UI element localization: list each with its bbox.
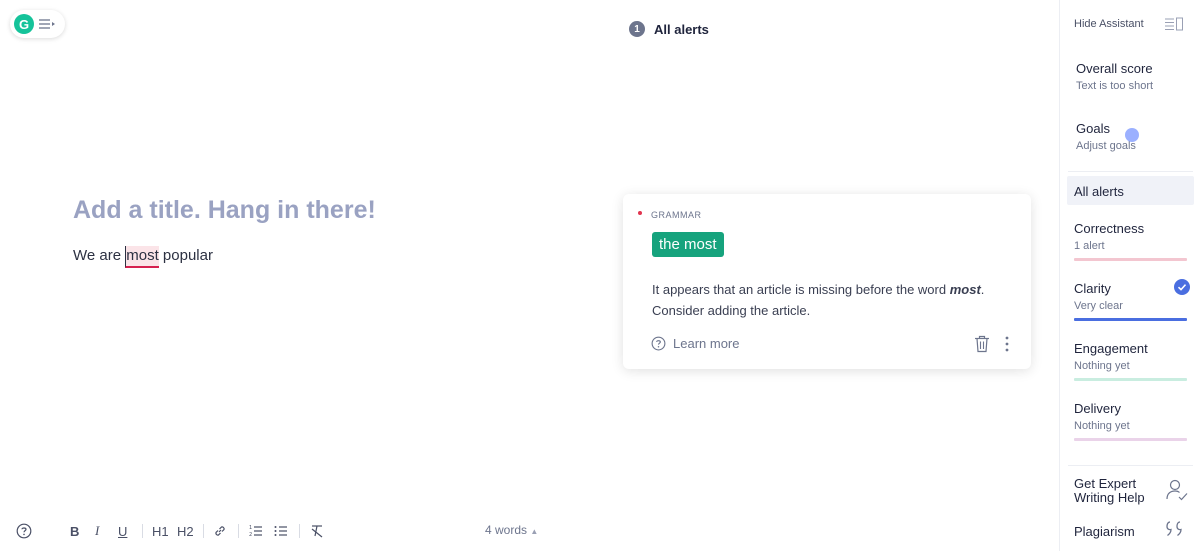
category-correctness[interactable]: Correctness 1 alert [1074, 221, 1187, 261]
ordered-list-button[interactable]: 1 2 [249, 521, 263, 541]
message-emphasis: most [949, 282, 981, 297]
cursor-indicator [1125, 128, 1139, 142]
link-icon [215, 526, 225, 536]
formatting-toolbar: B I U H1 H2 1 2 4 words ▲ [0, 521, 1060, 543]
quote-icon[interactable] [1166, 520, 1188, 538]
overall-score-status: Text is too short [1076, 80, 1154, 92]
category-name: Correctness [1074, 221, 1145, 236]
help-button[interactable] [16, 521, 32, 541]
category-status: 1 alert [1074, 240, 1105, 252]
svg-text:2: 2 [249, 532, 252, 538]
bold-button[interactable]: B [70, 521, 79, 541]
accept-suggestion-button[interactable]: the most [652, 232, 724, 257]
toolbar-divider [238, 524, 239, 538]
category-bar [1074, 378, 1187, 381]
toolbar-divider [299, 524, 300, 538]
category-bar [1074, 438, 1187, 441]
clear-format-icon [311, 525, 323, 538]
word-count-label: 4 words [485, 523, 528, 537]
hide-assistant-button[interactable]: Hide Assistant [1074, 18, 1144, 30]
category-status: Nothing yet [1074, 360, 1130, 372]
category-status: Very clear [1074, 300, 1123, 312]
message-text: It appears that an article is missing be… [652, 282, 950, 297]
toolbar-divider [142, 524, 143, 538]
link-button[interactable] [213, 521, 227, 541]
toolbar-divider [203, 524, 204, 538]
question-icon [651, 336, 666, 351]
category-bar [1074, 318, 1187, 321]
category-name: Engagement [1074, 341, 1148, 356]
more-icon[interactable] [1004, 335, 1010, 353]
category-engagement[interactable]: Engagement Nothing yet [1074, 341, 1187, 381]
all-alerts-header[interactable]: 1 All alerts [629, 21, 709, 37]
highlighted-error-word[interactable]: most [125, 246, 159, 268]
sidebar-item-all-alerts[interactable]: All alerts [1067, 176, 1194, 205]
goals-title[interactable]: Goals [1076, 121, 1110, 136]
suggestion-message: It appears that an article is missing be… [652, 279, 1012, 321]
sidebar-divider [1068, 171, 1193, 172]
unordered-list-icon [274, 526, 287, 536]
category-delivery[interactable]: Delivery Nothing yet [1074, 401, 1187, 441]
body-text-after: popular [158, 247, 213, 264]
expert-icon[interactable] [1165, 478, 1189, 502]
alert-count-badge: 1 [629, 21, 645, 37]
body-text-before: We are [73, 247, 126, 264]
unordered-list-button[interactable] [274, 521, 288, 541]
caret-up-icon: ▲ [530, 527, 539, 536]
category-name: Clarity [1074, 281, 1111, 296]
plagiarism-button[interactable]: Plagiarism [1074, 524, 1135, 539]
category-bar [1074, 258, 1187, 261]
suggestion-category: GRAMMAR [651, 210, 702, 220]
document-body[interactable]: We are most popular [73, 246, 213, 268]
grammarly-menu-badge[interactable]: G [10, 10, 65, 38]
assistant-sidebar: Hide Assistant Overall score Text is too… [1059, 0, 1200, 551]
panel-icon[interactable] [1164, 17, 1184, 31]
adjust-goals-link[interactable]: Adjust goals [1076, 140, 1136, 152]
word-count[interactable]: 4 words ▲ [485, 523, 538, 537]
expert-help-button[interactable]: Get Expert Writing Help [1074, 477, 1154, 505]
ordered-list-icon: 1 2 [249, 525, 262, 538]
grammarly-logo-icon: G [14, 14, 34, 34]
heading1-button[interactable]: H1 [152, 521, 169, 541]
italic-button[interactable]: I [95, 521, 99, 541]
trash-icon[interactable] [974, 335, 990, 353]
category-clarity[interactable]: Clarity Very clear [1074, 279, 1190, 321]
heading2-button[interactable]: H2 [177, 521, 194, 541]
clear-format-button[interactable] [310, 521, 324, 541]
document-title-placeholder[interactable]: Add a title. Hang in there! [73, 196, 376, 225]
overall-score-title[interactable]: Overall score [1076, 61, 1153, 76]
category-name: Delivery [1074, 401, 1121, 416]
category-status: Nothing yet [1074, 420, 1130, 432]
help-icon [16, 523, 32, 539]
svg-text:1: 1 [249, 525, 252, 531]
grammar-indicator-dot [638, 211, 642, 215]
underline-button[interactable]: U [118, 521, 127, 541]
check-icon [1174, 279, 1190, 295]
sidebar-divider [1068, 465, 1193, 466]
all-alerts-label: All alerts [654, 21, 709, 37]
learn-more-label: Learn more [673, 336, 740, 351]
menu-icon [38, 17, 56, 31]
learn-more-link[interactable]: Learn more [651, 336, 739, 351]
suggestion-card: GRAMMAR the most It appears that an arti… [623, 194, 1031, 369]
